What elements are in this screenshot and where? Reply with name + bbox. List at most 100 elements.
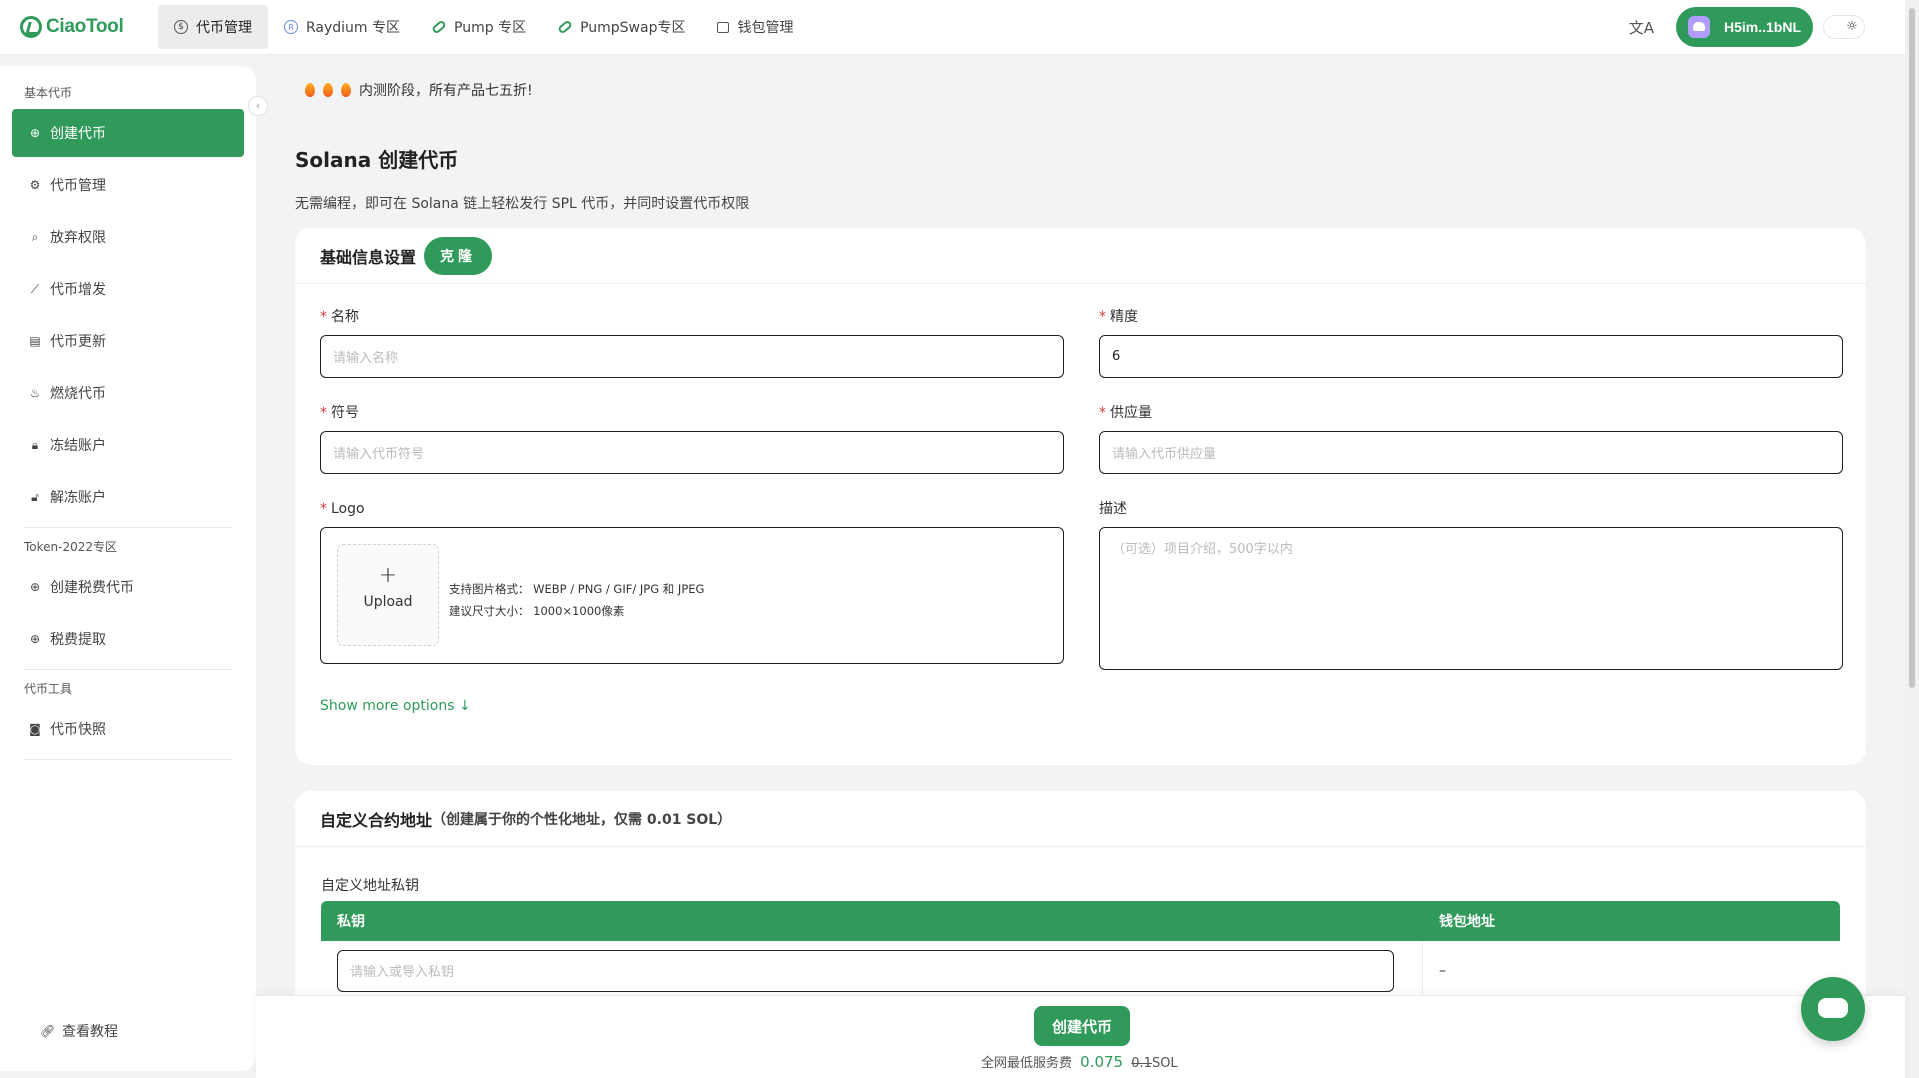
sidebar-item-revoke-authority[interactable]: ⌕ 放弃权限 [12, 213, 244, 261]
private-key-table: 私钥 钱包地址 请输入或导入私钥 – [321, 901, 1840, 1001]
nav-label: 代币管理 [196, 20, 252, 36]
decimals-input[interactable]: 6 [1099, 335, 1843, 378]
sidebar-item-label: 冻结账户 [50, 438, 106, 454]
page-subtitle: 无需编程，即可在 Solana 链上轻松发行 SPL 代币，并同时设置代币权限 [295, 196, 750, 212]
nav-pumpswap[interactable]: PumpSwap专区 [542, 5, 701, 49]
upload-size: 建议尺寸大小： 1000×1000像素 [449, 604, 625, 618]
sidebar-item-tax-withdraw[interactable]: ⊕ 税费提取 [12, 615, 244, 663]
sidebar-item-create-token[interactable]: ⊕ 创建代币 [12, 109, 244, 157]
name-input[interactable]: 请输入名称 [320, 335, 1064, 378]
doc-icon: ▤ [29, 334, 41, 348]
supply-label: 供应量 [1110, 405, 1152, 421]
fire-icon [305, 83, 315, 97]
sidebar-divider [24, 669, 232, 670]
nav-raydium[interactable]: R Raydium 专区 [268, 5, 416, 49]
nav-label: PumpSwap专区 [580, 20, 686, 36]
supply-input[interactable]: 请输入代币供应量 [1099, 431, 1843, 474]
logo-upload-box: + Upload 支持图片格式： WEBP / PNG / GIF/ JPG 和… [320, 527, 1064, 664]
sidebar-item-token-snapshot[interactable]: ◙ 代币快照 [12, 705, 244, 753]
sidebar-item-mint-more[interactable]: ⟋ 代币增发 [12, 265, 244, 313]
sidebar-item-token-management[interactable]: ⚙ 代币管理 [12, 161, 244, 209]
basic-info-header: 基础信息设置 克隆 [295, 228, 1866, 284]
pill-icon [431, 19, 447, 35]
symbol-input[interactable]: 请输入代币符号 [320, 431, 1064, 474]
nav-label: 钱包管理 [737, 20, 794, 36]
nav-label: Raydium 专区 [306, 20, 401, 36]
description-textarea[interactable]: （可选）项目介绍，500字以内 [1099, 527, 1843, 670]
sidebar-item-label: 解冻账户 [50, 490, 106, 506]
private-key-input[interactable]: 请输入或导入私钥 [337, 949, 1394, 992]
raydium-icon: R [284, 20, 298, 34]
nav-pump[interactable]: Pump 专区 [416, 5, 542, 49]
sidebar-item-label: 代币增发 [50, 282, 106, 298]
wallet-avatar-icon [1687, 16, 1710, 38]
chevron-left-icon: ‹ [255, 99, 261, 112]
sidebar-item-tutorial[interactable]: 🔗︎ 查看教程 [24, 1007, 118, 1055]
name-field: * 名称 请输入名称 [320, 309, 1064, 378]
chat-support-button[interactable] [1801, 977, 1865, 1041]
upload-button[interactable]: + Upload [337, 544, 439, 646]
create-token-button[interactable]: 创建代币 [1034, 1006, 1130, 1046]
logo-text-a: Ciao [46, 16, 86, 37]
required-mark: * [1099, 309, 1106, 325]
fee-old-price: 0.1 [1131, 1056, 1152, 1071]
search-icon: ⌕ [31, 229, 39, 244]
bottom-action-bar: 创建代币 全网最低服务费 0.075 0.1SOL [256, 995, 1905, 1078]
plus-circle-icon: ⊕ [29, 126, 41, 140]
name-label: 名称 [331, 309, 359, 325]
sidebar-item-label: 创建税费代币 [50, 580, 134, 596]
custom-address-header: 自定义合约地址 （创建属于你的个性化地址，仅需 0.01 SOL） [295, 791, 1866, 847]
clone-button[interactable]: 克隆 [424, 236, 493, 275]
show-more-options-link[interactable]: Show more options ↓ [320, 698, 471, 714]
private-key-label: 自定义地址私钥 [321, 878, 419, 894]
sidebar-item-label: 查看教程 [62, 1024, 118, 1040]
gears-icon: ⚙ [29, 178, 41, 192]
camera-icon: ◙ [29, 722, 41, 736]
link-icon: 🔗︎ [40, 1024, 56, 1038]
custom-address-note: （创建属于你的个性化地址，仅需 0.01 SOL） [432, 811, 732, 828]
upload-formats: 支持图片格式： WEBP / PNG / GIF/ JPG 和 JPEG [449, 582, 705, 596]
wallet-button[interactable]: H5im..1bNL [1675, 7, 1813, 47]
custom-address-title: 自定义合约地址 [320, 810, 433, 830]
wallet-icon [717, 21, 730, 33]
fee-unit: SOL [1151, 1056, 1178, 1071]
sidebar-divider [24, 527, 232, 528]
sidebar-item-unfreeze-account[interactable]: 🔓︎ 解冻账户 [12, 473, 244, 521]
sidebar-divider [24, 759, 232, 760]
sidebar-item-label: 税费提取 [50, 632, 106, 648]
sidebar-item-freeze-account[interactable]: 🔒︎ 冻结账户 [12, 421, 244, 469]
sidebar-group-basic: 基本代币 [24, 86, 73, 100]
sidebar-collapse-button[interactable]: ‹ [248, 96, 268, 116]
sidebar-item-update-token[interactable]: ▤ 代币更新 [12, 317, 244, 365]
upload-label: Upload [363, 594, 413, 610]
wallet-address: H5im..1bNL [1723, 19, 1801, 35]
nav-token-management[interactable]: $ 代币管理 [158, 5, 268, 49]
wallet-address-value: – [1439, 962, 1446, 979]
logo-text-b: Tool [85, 16, 124, 37]
nav-wallet-management[interactable]: 钱包管理 [701, 5, 809, 49]
upload-tips: 支持图片格式： WEBP / PNG / GIF/ JPG 和 JPEG 建议尺… [449, 578, 704, 622]
translate-icon[interactable]: 文A [1629, 17, 1654, 38]
sidebar-item-burn-token[interactable]: ♨ 燃烧代币 [12, 369, 244, 417]
required-mark: * [320, 309, 327, 325]
sidebar-item-label: 代币更新 [50, 334, 106, 350]
main-nav: $ 代币管理 R Raydium 专区 Pump 专区 PumpSwap专区 钱… [158, 5, 809, 49]
scrollbar-thumb[interactable] [1909, 8, 1915, 688]
flame-icon: ♨ [29, 386, 41, 400]
sidebar-item-create-tax-token[interactable]: ⊕ 创建税费代币 [12, 563, 244, 611]
app-logo[interactable]: CiaoTool [20, 16, 138, 38]
fire-icon [323, 83, 333, 97]
table-header: 私钥 钱包地址 [321, 901, 1840, 941]
decimals-field: * 精度 6 [1099, 309, 1843, 378]
symbol-field: * 符号 请输入代币符号 [320, 405, 1064, 474]
unlock-icon: 🔓︎ [31, 489, 39, 504]
sidebar-group-token2022: Token-2022专区 [24, 540, 118, 554]
promo-text: 内测阶段，所有产品七五折! [359, 83, 533, 99]
sidebar-item-label: 创建代币 [50, 126, 106, 142]
sun-icon: ☼ [1846, 19, 1858, 34]
theme-toggle[interactable]: ☼ [1823, 15, 1865, 39]
sidebar-item-label: 燃烧代币 [50, 386, 106, 402]
page-scrollbar[interactable] [1905, 0, 1919, 1078]
chart-icon: ⟋ [30, 281, 40, 296]
col-wallet-address: 钱包地址 [1439, 914, 1495, 930]
